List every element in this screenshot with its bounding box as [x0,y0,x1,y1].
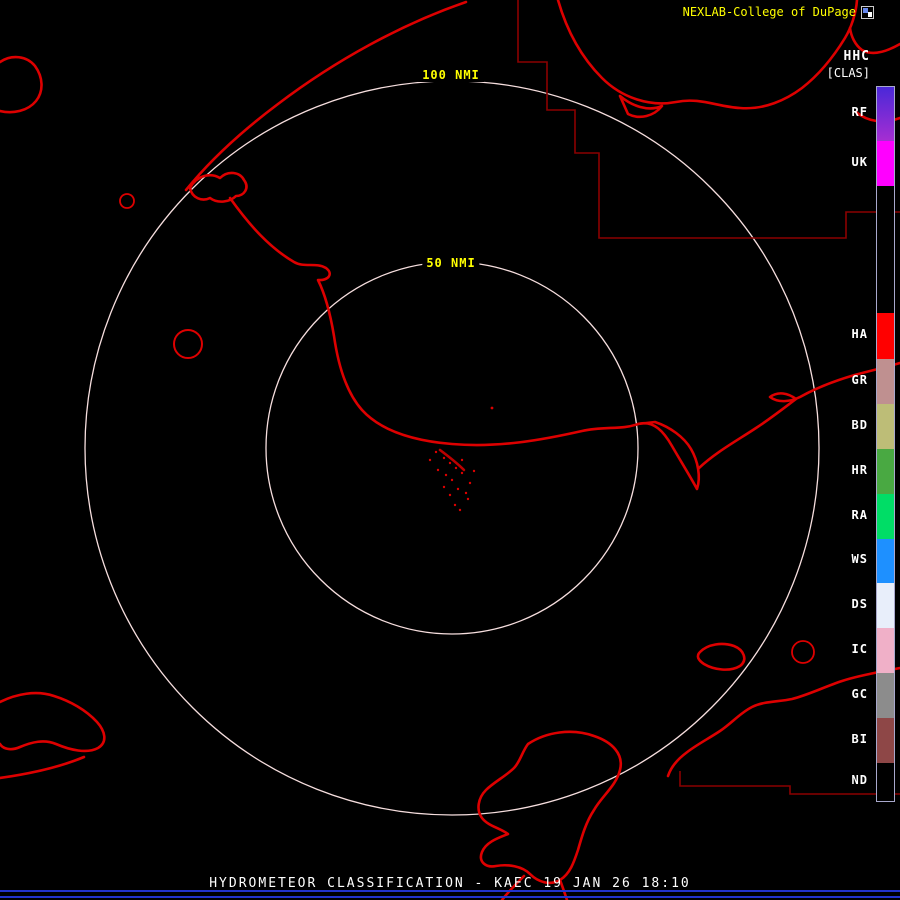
coastline-path [0,755,86,780]
range-ring-100nmi [84,80,820,816]
coastline-path [697,361,900,470]
legend-label-HR: HR [851,462,868,477]
terrain-speckles [428,406,494,512]
legend-segment-gap [877,186,894,313]
legend-label-GC: GC [851,686,868,701]
range-label-100nmi: 100 NMI [418,68,484,82]
range-ring-50nmi [265,261,639,635]
legend-label-IC: IC [851,641,868,656]
radar-display: 100 NMI 50 NMI NEXLAB-College of DuPage … [0,0,900,900]
radar-map [0,0,900,900]
legend-segment-HA [877,313,894,359]
legend-label-ND: ND [851,773,868,787]
coastline-path [696,642,746,671]
legend-segment-GC [877,673,894,718]
nexlab-logo-icon[interactable] [861,4,874,19]
coastline-path [0,691,106,753]
legend-label-HA: HA [851,327,868,341]
legend-segment-ND [877,763,894,801]
legend-segment-WS [877,539,894,583]
brand-title: NEXLAB-College of DuPage [682,5,856,19]
boundary-path [517,0,900,239]
coastlines [0,0,900,900]
legend-label-BI: BI [851,731,868,746]
legend-label-UK: UK [851,154,868,169]
county-boundaries [517,0,900,795]
legend-segment-DS [877,583,894,628]
product-title: HYDROMETEOR CLASSIFICATION - KAEC 19 JAN… [209,876,691,891]
legend-label-BD: BD [851,417,868,432]
legend-label-RA: RA [851,507,868,522]
product-code: HHC [843,49,870,64]
legend-segment-GR [877,359,894,404]
product-tag: [CLAS] [826,66,870,80]
coastline-path [0,55,43,114]
coastline-path [636,420,701,491]
legend-label-RF: RF [851,105,868,119]
coastline-path [188,171,248,203]
coastline-path [666,666,900,778]
lake-outline [173,329,203,359]
legend-segment-UK [877,141,894,186]
coastline-path [477,730,623,885]
bottom-border-line-1 [0,890,900,892]
legend-label-GR: GR [851,372,868,387]
range-rings [84,80,820,816]
legend-segment-BD [877,404,894,449]
legend-segment-IC [877,628,894,673]
range-label-50nmi: 50 NMI [422,256,480,270]
lake-outline [791,640,815,664]
coastline-path [618,94,664,119]
legend-segment-RF [877,87,894,141]
legend-label-WS: WS [851,552,868,566]
legend-label-DS: DS [851,596,868,611]
legend-segment-BI [877,718,894,763]
legend-segment-RA [877,494,894,539]
color-scale-bar [876,86,895,802]
lake-outline [119,193,135,209]
bottom-border-line-2 [0,896,900,898]
coastline-path [184,0,468,192]
legend-segment-HR [877,449,894,494]
coastline-path [228,196,640,447]
